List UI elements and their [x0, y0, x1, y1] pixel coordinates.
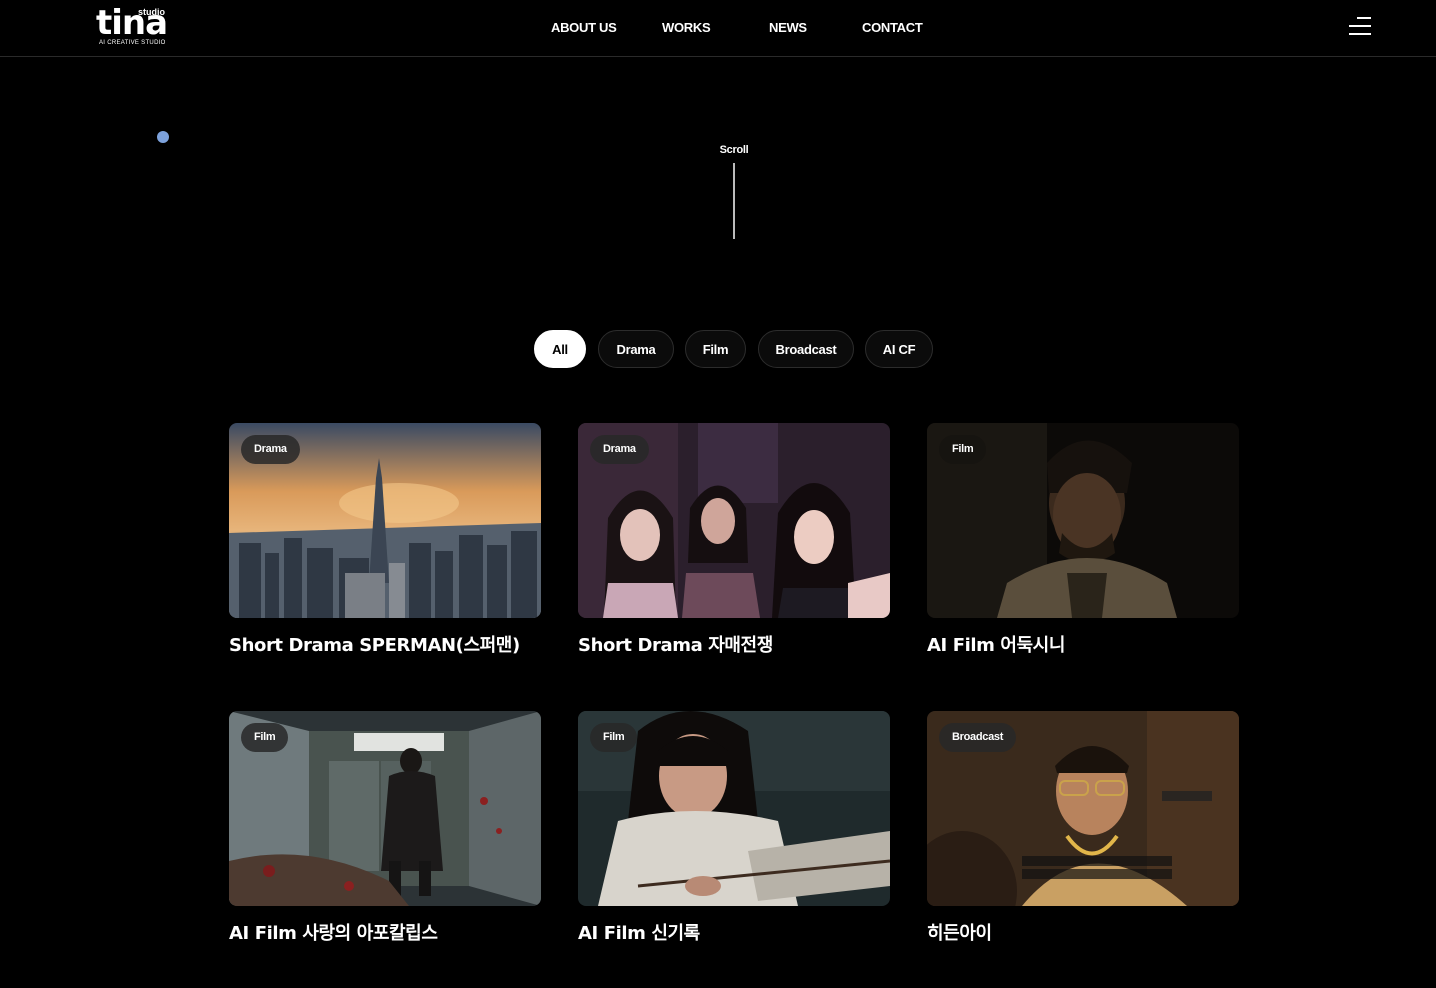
logo-tagline: AI CREATIVE STUDIO: [99, 40, 166, 46]
category-badge: Broadcast: [939, 723, 1017, 752]
site-header: tina studio AI CREATIVE STUDIO ABOUT US …: [0, 0, 1436, 57]
category-badge: Drama: [241, 435, 300, 464]
work-card[interactable]: Film AI Film 신기록: [578, 711, 890, 944]
work-thumbnail[interactable]: Film: [927, 423, 1239, 618]
work-card[interactable]: Drama Short Drama 자매전쟁: [578, 423, 890, 656]
work-title[interactable]: AI Film 신기록: [578, 919, 700, 945]
work-thumbnail[interactable]: Drama: [578, 423, 890, 618]
category-filters: All Drama Film Broadcast AI CF: [534, 330, 934, 370]
nav-news[interactable]: NEWS: [769, 20, 807, 35]
work-thumbnail[interactable]: Drama: [229, 423, 541, 618]
scroll-label: Scroll: [719, 144, 749, 156]
category-badge: Film: [590, 723, 638, 752]
category-badge: Film: [241, 723, 289, 752]
work-title[interactable]: AI Film 사랑의 아포칼립스: [229, 919, 438, 945]
filter-all[interactable]: All: [534, 330, 586, 368]
work-title[interactable]: AI Film 어둑시니: [927, 631, 1065, 657]
work-title[interactable]: 히든아이: [927, 919, 992, 945]
work-title[interactable]: Short Drama 자매전쟁: [578, 631, 773, 657]
work-thumbnail[interactable]: Film: [578, 711, 890, 906]
filter-film[interactable]: Film: [685, 330, 746, 368]
main-nav: ABOUT US WORKS NEWS CONTACT: [0, 20, 1436, 36]
category-badge: Film: [939, 435, 987, 464]
menu-icon[interactable]: [1349, 17, 1371, 37]
filter-ai-cf[interactable]: AI CF: [865, 330, 933, 368]
work-card[interactable]: Drama Short Drama SPERMAN(스퍼맨): [229, 423, 541, 656]
category-badge: Drama: [590, 435, 649, 464]
work-card[interactable]: Film AI Film 사랑의 아포칼립스: [229, 711, 541, 944]
scroll-indicator-line: [733, 163, 735, 239]
work-thumbnail[interactable]: Film: [229, 711, 541, 906]
nav-works[interactable]: WORKS: [662, 20, 711, 35]
work-thumbnail[interactable]: Broadcast: [927, 711, 1239, 906]
nav-about-us[interactable]: ABOUT US: [551, 20, 617, 35]
nav-contact[interactable]: CONTACT: [862, 20, 923, 35]
work-card[interactable]: Broadcast 히든아이: [927, 711, 1239, 944]
cursor-dot: [157, 131, 169, 143]
filter-broadcast[interactable]: Broadcast: [758, 330, 854, 368]
filter-drama[interactable]: Drama: [598, 330, 674, 368]
work-card[interactable]: Film AI Film 어둑시니: [927, 423, 1239, 656]
work-title[interactable]: Short Drama SPERMAN(스퍼맨): [229, 631, 520, 657]
logo-studio-text: studio: [138, 7, 165, 17]
